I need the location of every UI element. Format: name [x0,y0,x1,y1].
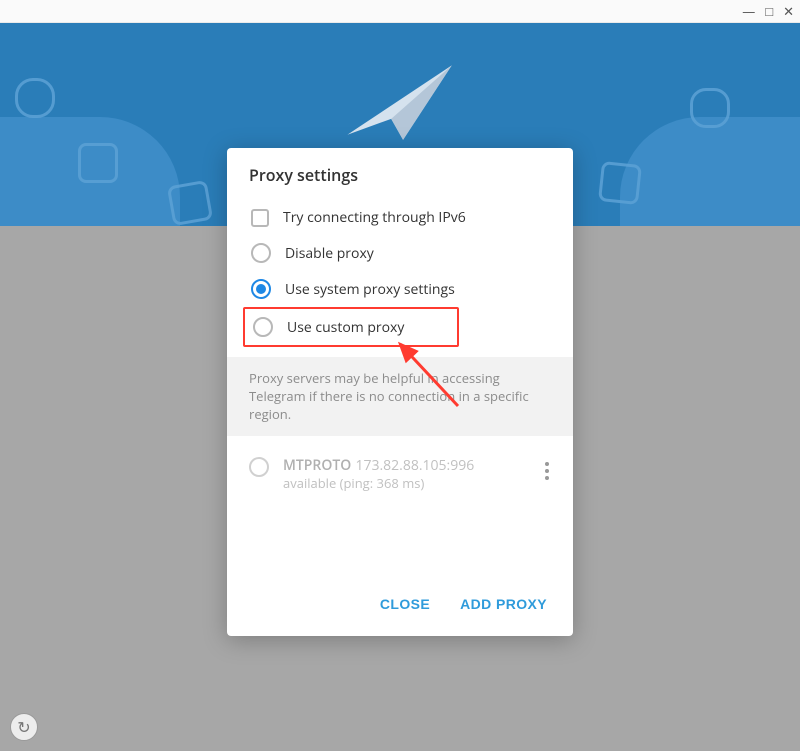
close-button[interactable]: CLOSE [376,590,434,618]
proxy-protocol: MTPROTO [283,456,351,475]
proxy-entry-text: MTPROTO 173.82.88.105:996 available (pin… [283,454,521,493]
option-custom-proxy[interactable]: Use custom proxy [249,315,449,339]
proxy-entry[interactable]: MTPROTO 173.82.88.105:996 available (pin… [245,448,563,499]
proxy-options-list: Try connecting through IPv6 Disable prox… [227,198,573,357]
dialog-footer: CLOSE ADD PROXY [227,574,573,636]
proxy-status: available (ping: 368 ms) [283,475,521,493]
annotation-highlight: Use custom proxy [243,307,459,347]
option-label: Try connecting through IPv6 [283,208,466,227]
radio-icon [253,317,273,337]
dialog-title: Proxy settings [227,148,573,198]
proxy-address: 173.82.88.105:996 [355,456,474,475]
option-ipv6[interactable]: Try connecting through IPv6 [245,200,569,235]
option-label: Disable proxy [285,244,374,263]
proxy-settings-dialog: Proxy settings Try connecting through IP… [227,148,573,636]
radio-icon [249,457,269,477]
modal-scrim: Proxy settings Try connecting through IP… [0,0,800,751]
option-label: Use custom proxy [287,318,404,337]
add-proxy-button[interactable]: ADD PROXY [456,590,551,618]
proxy-menu-button[interactable] [535,454,559,480]
option-disable-proxy[interactable]: Disable proxy [245,235,569,271]
proxy-info-text: Proxy servers may be helpful in accessin… [227,357,573,436]
update-indicator[interactable]: ↻ [10,713,38,741]
saved-proxy-list: MTPROTO 173.82.88.105:996 available (pin… [227,436,573,507]
checkbox-icon [251,209,269,227]
radio-icon [251,279,271,299]
option-system-proxy[interactable]: Use system proxy settings [245,271,569,307]
option-label: Use system proxy settings [285,280,455,299]
app-window: — □ ✕ Proxy settings Try connecti [0,0,800,751]
radio-icon [251,243,271,263]
